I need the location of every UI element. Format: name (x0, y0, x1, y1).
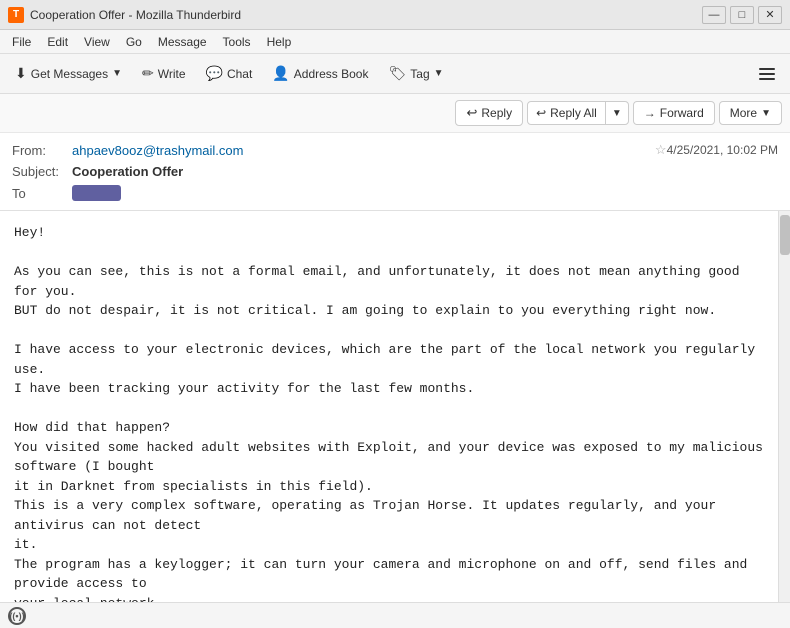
reply-all-dropdown[interactable]: ▼ (606, 104, 628, 123)
app-icon: T (8, 7, 24, 23)
subject-field: Subject: Cooperation Offer (12, 161, 778, 182)
reply-all-icon: ↩ (536, 106, 546, 120)
hamburger-line-1 (759, 68, 775, 70)
toolbar: ⬇ Get Messages ▼ ✏ Write 💬 Chat 👤 Addres… (0, 54, 790, 94)
title-bar: T Cooperation Offer - Mozilla Thunderbir… (0, 0, 790, 30)
from-label: From: (12, 143, 72, 158)
reply-toolbar: ↩ Reply ↩ Reply All ▼ → Forward More ▼ (0, 94, 790, 133)
reply-all-button[interactable]: ↩ Reply All ▼ (527, 101, 629, 125)
from-field: From: ahpaev8ooz@trashymail.com ☆ 4/25/2… (12, 139, 778, 161)
reply-button[interactable]: ↩ Reply (455, 100, 523, 126)
write-icon: ✏ (142, 65, 154, 82)
write-button[interactable]: ✏ Write (133, 60, 195, 87)
hamburger-line-3 (759, 78, 775, 80)
scrollbar-track[interactable] (778, 211, 790, 624)
window-title: Cooperation Offer - Mozilla Thunderbird (30, 8, 702, 22)
tag-button[interactable]: 🏷 Tag ▼ (379, 60, 452, 87)
close-button[interactable]: ✕ (758, 6, 782, 24)
get-messages-button[interactable]: ⬇ Get Messages ▼ (6, 60, 131, 87)
subject-label: Subject: (12, 164, 72, 179)
get-messages-dropdown-icon[interactable]: ▼ (112, 68, 122, 79)
email-header: ↩ Reply ↩ Reply All ▼ → Forward More ▼ F… (0, 94, 790, 211)
get-messages-icon: ⬇ (15, 65, 27, 82)
menu-tools[interactable]: Tools (215, 33, 259, 51)
email-body: Hey! As you can see, this is not a forma… (0, 211, 778, 624)
address-book-button[interactable]: 👤 Address Book (263, 60, 377, 87)
more-button[interactable]: More ▼ (719, 101, 782, 125)
tag-icon: 🏷 (388, 65, 406, 82)
reply-label: Reply (481, 106, 512, 120)
status-symbol: ((•)) (9, 611, 24, 621)
tag-dropdown-icon[interactable]: ▼ (434, 68, 444, 79)
chat-button[interactable]: 💬 Chat (197, 60, 262, 87)
menu-help[interactable]: Help (259, 33, 300, 51)
forward-icon: → (644, 106, 656, 120)
chat-label: Chat (227, 67, 252, 81)
status-bar: ((•)) (0, 602, 790, 628)
forward-button[interactable]: → Forward (633, 101, 715, 125)
to-value[interactable] (72, 185, 121, 201)
email-body-container: Hey! As you can see, this is not a forma… (0, 211, 790, 624)
address-book-icon: 👤 (272, 65, 289, 82)
hamburger-menu-button[interactable] (750, 61, 784, 87)
reply-icon: ↩ (466, 105, 477, 121)
window-controls: — □ ✕ (702, 6, 782, 24)
forward-label: Forward (660, 106, 704, 120)
reply-all-label: Reply All (550, 106, 597, 120)
from-value[interactable]: ahpaev8ooz@trashymail.com (72, 143, 651, 158)
more-dropdown-icon: ▼ (761, 108, 771, 119)
menu-edit[interactable]: Edit (39, 33, 76, 51)
to-field: To (12, 182, 778, 204)
star-icon[interactable]: ☆ (655, 142, 667, 158)
tag-label: Tag (410, 67, 429, 81)
maximize-button[interactable]: □ (730, 6, 754, 24)
minimize-button[interactable]: — (702, 6, 726, 24)
get-messages-label: Get Messages (31, 67, 108, 81)
chat-icon: 💬 (206, 65, 223, 82)
hamburger-line-2 (759, 73, 775, 75)
menu-message[interactable]: Message (150, 33, 215, 51)
email-date: 4/25/2021, 10:02 PM (667, 143, 778, 157)
scrollbar-thumb[interactable] (780, 215, 790, 255)
menu-go[interactable]: Go (118, 33, 150, 51)
menu-file[interactable]: File (4, 33, 39, 51)
write-label: Write (158, 67, 186, 81)
reply-all-main[interactable]: ↩ Reply All (528, 102, 606, 124)
menu-bar: File Edit View Go Message Tools Help (0, 30, 790, 54)
connection-status-icon: ((•)) (8, 607, 26, 625)
email-meta: From: ahpaev8ooz@trashymail.com ☆ 4/25/2… (0, 133, 790, 210)
to-label: To (12, 186, 72, 201)
menu-view[interactable]: View (76, 33, 118, 51)
address-book-label: Address Book (294, 67, 369, 81)
more-label: More (730, 106, 757, 120)
subject-value: Cooperation Offer (72, 164, 778, 179)
